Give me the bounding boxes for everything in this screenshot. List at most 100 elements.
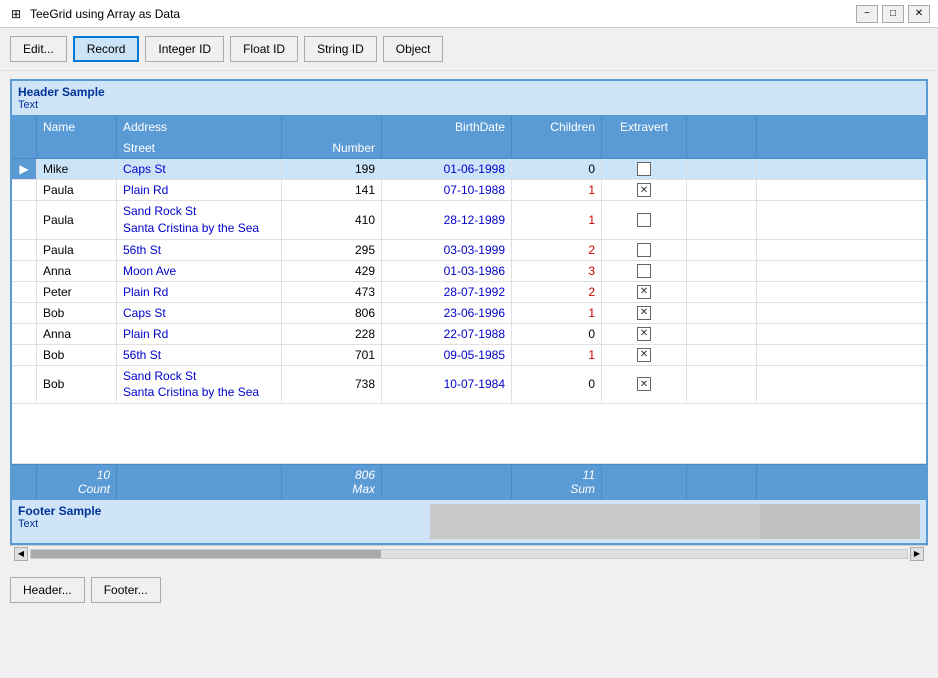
table-row[interactable]: Bob56th St70109-05-19851 [12, 345, 926, 366]
row-extra [687, 345, 757, 365]
extravert-checkbox[interactable] [637, 348, 651, 362]
row-extravert[interactable] [602, 345, 687, 365]
header-button[interactable]: Header... [10, 577, 85, 603]
table-row[interactable]: AnnaPlain Rd22822-07-19880 [12, 324, 926, 345]
row-extra [687, 324, 757, 344]
maximize-button[interactable]: □ [882, 5, 904, 23]
row-indicator [12, 366, 37, 404]
row-birthdate: 09-05-1985 [382, 345, 512, 365]
minimize-button[interactable]: − [856, 5, 878, 23]
table-row[interactable]: Paula56th St29503-03-19992 [12, 240, 926, 261]
extravert-checkbox[interactable] [637, 183, 651, 197]
row-number: 429 [282, 261, 382, 281]
extravert-checkbox[interactable] [637, 285, 651, 299]
row-extravert[interactable] [602, 324, 687, 344]
row-extra [687, 240, 757, 260]
row-extravert[interactable] [602, 159, 687, 179]
col-header-extravert[interactable]: Extravert [602, 116, 687, 138]
horizontal-scrollbar[interactable]: ◀ ▶ [10, 545, 928, 561]
row-number: 228 [282, 324, 382, 344]
row-children: 1 [512, 303, 602, 323]
row-name: Paula [37, 201, 117, 239]
grid-container: Header Sample Text Name Address BirthDat… [10, 79, 928, 545]
col-header-children[interactable]: Children [512, 116, 602, 138]
scroll-left-button[interactable]: ◀ [14, 547, 28, 561]
table-row[interactable]: BobCaps St80623-06-19961 [12, 303, 926, 324]
row-street: Plain Rd [117, 324, 282, 344]
col-sub-extravert [602, 138, 687, 158]
col-header-address[interactable]: Address [117, 116, 282, 138]
extravert-checkbox[interactable] [637, 264, 651, 278]
scrollbar-thumb[interactable] [31, 550, 381, 558]
extravert-checkbox[interactable] [637, 162, 651, 176]
row-birthdate: 07-10-1988 [382, 180, 512, 200]
row-name: Mike [37, 159, 117, 179]
extravert-checkbox[interactable] [637, 327, 651, 341]
col-subheaders-row2: Street Number [12, 138, 926, 159]
extravert-checkbox[interactable] [637, 243, 651, 257]
row-extravert[interactable] [602, 303, 687, 323]
footer-count-value: 10 [97, 468, 110, 482]
row-extravert[interactable] [602, 240, 687, 260]
object-button[interactable]: Object [383, 36, 444, 62]
row-name: Paula [37, 180, 117, 200]
title-bar: ⊞ TeeGrid using Array as Data − □ ✕ [0, 0, 938, 28]
footer-cell-extravert [602, 465, 687, 499]
table-row[interactable]: AnnaMoon Ave42901-03-19863 [12, 261, 926, 282]
col-header-name[interactable]: Name [37, 116, 117, 138]
title-bar-left: ⊞ TeeGrid using Array as Data [8, 6, 180, 22]
row-number: 295 [282, 240, 382, 260]
edit-button[interactable]: Edit... [10, 36, 67, 62]
table-row[interactable]: ▶MikeCaps St19901-06-19980 [12, 159, 926, 180]
row-extra [687, 261, 757, 281]
footer-max-label: Max [352, 482, 375, 496]
table-row[interactable]: PaulaPlain Rd14107-10-19881 [12, 180, 926, 201]
row-street: Plain Rd [117, 180, 282, 200]
row-extravert[interactable] [602, 201, 687, 239]
table-row[interactable]: PeterPlain Rd47328-07-19922 [12, 282, 926, 303]
extravert-checkbox[interactable] [637, 306, 651, 320]
string-id-button[interactable]: String ID [304, 36, 377, 62]
table-row[interactable]: PaulaSand Rock StSanta Cristina by the S… [12, 201, 926, 240]
record-button[interactable]: Record [73, 36, 140, 62]
col-header-number-label [282, 116, 382, 138]
row-street: Caps St [117, 303, 282, 323]
row-street: Sand Rock StSanta Cristina by the Sea [117, 201, 282, 239]
row-extravert[interactable] [602, 180, 687, 200]
footer-panel-subtitle: Text [18, 518, 430, 530]
integer-id-button[interactable]: Integer ID [145, 36, 224, 62]
row-extravert[interactable] [602, 282, 687, 302]
extravert-checkbox[interactable] [637, 213, 651, 227]
row-indicator [12, 261, 37, 281]
row-children: 0 [512, 324, 602, 344]
header-panel-title: Header Sample [18, 85, 920, 99]
scrollbar-track[interactable] [30, 549, 908, 559]
footer-button[interactable]: Footer... [91, 577, 161, 603]
float-id-button[interactable]: Float ID [230, 36, 298, 62]
row-name: Peter [37, 282, 117, 302]
footer-count-block: 10 Count [43, 468, 110, 496]
row-extravert[interactable] [602, 261, 687, 281]
row-name: Bob [37, 366, 117, 404]
row-birthdate: 03-03-1999 [382, 240, 512, 260]
row-indicator [12, 345, 37, 365]
col-sub-name [37, 138, 117, 158]
title-controls: − □ ✕ [856, 5, 930, 23]
table-row[interactable]: BobSand Rock StSanta Cristina by the Sea… [12, 366, 926, 405]
col-headers-row1: Name Address BirthDate Children Extraver… [12, 116, 926, 138]
row-street: 56th St [117, 345, 282, 365]
scroll-right-button[interactable]: ▶ [910, 547, 924, 561]
row-number: 199 [282, 159, 382, 179]
row-birthdate: 23-06-1996 [382, 303, 512, 323]
col-header-extra [687, 116, 757, 138]
row-extravert[interactable] [602, 366, 687, 404]
extravert-checkbox[interactable] [637, 377, 651, 391]
row-extra [687, 366, 757, 404]
footer-max-value: 806 [355, 468, 375, 482]
row-number: 701 [282, 345, 382, 365]
col-header-birthdate[interactable]: BirthDate [382, 116, 512, 138]
close-button[interactable]: ✕ [908, 5, 930, 23]
grid-body: ▶MikeCaps St19901-06-19980PaulaPlain Rd1… [12, 159, 926, 404]
row-children: 2 [512, 282, 602, 302]
footer-sum-label: Sum [570, 482, 595, 496]
